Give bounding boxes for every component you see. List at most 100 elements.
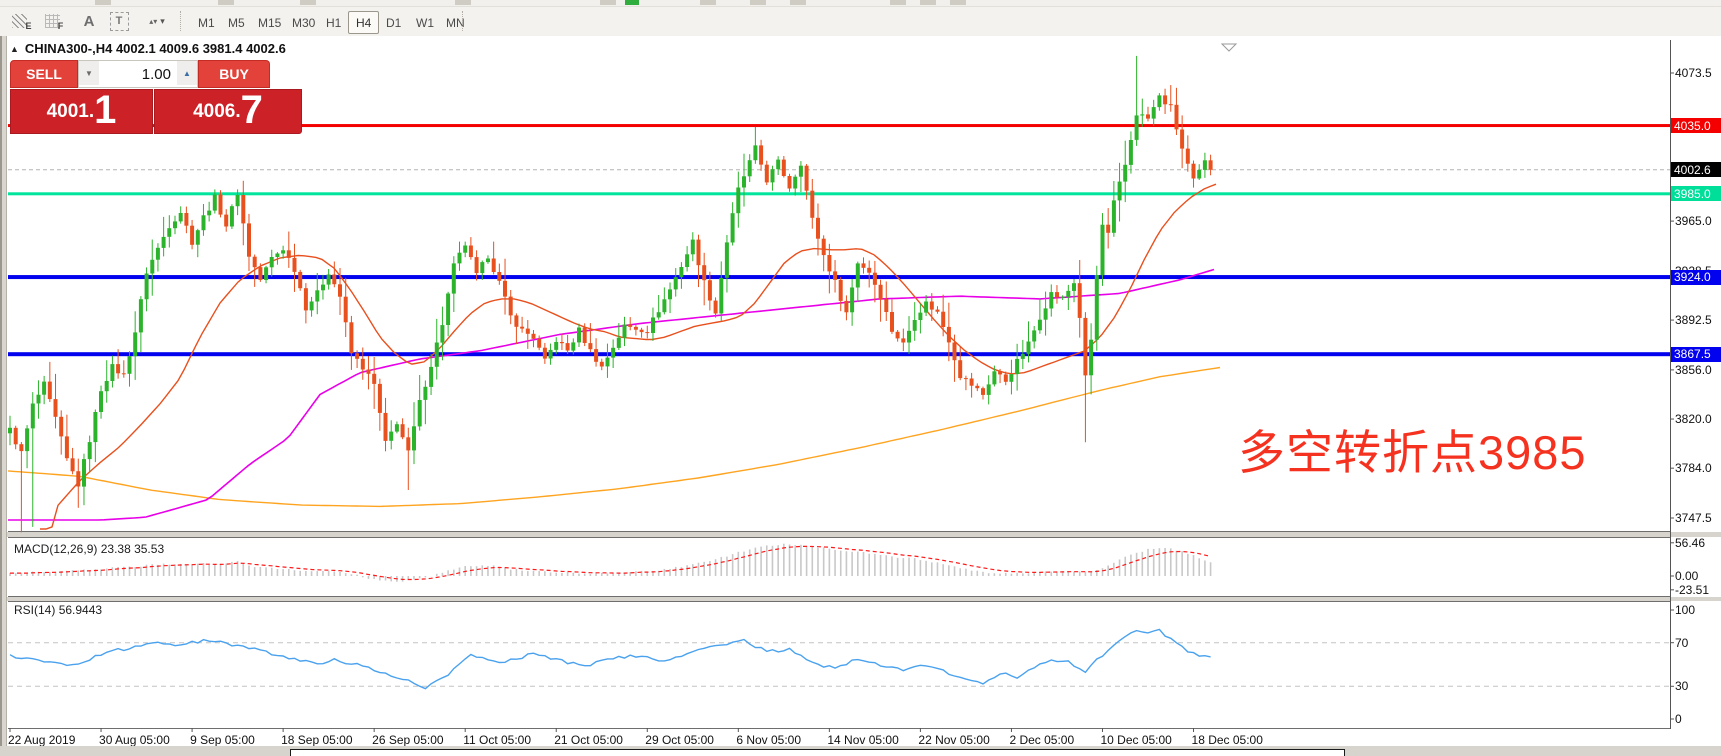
partial-toolbar-icon xyxy=(625,0,639,5)
macd-signal-line xyxy=(10,546,1211,579)
macd-indicator-label: MACD(12,26,9) 23.38 35.53 xyxy=(14,542,164,556)
candle-body xyxy=(150,260,154,274)
candle-body xyxy=(406,437,410,450)
candle-body xyxy=(896,332,900,339)
horizontal-level-line[interactable] xyxy=(8,352,1670,356)
candle-body xyxy=(514,315,518,326)
experts-icon[interactable]: E xyxy=(10,10,36,32)
candle-body xyxy=(611,348,615,358)
candle-body xyxy=(275,254,279,258)
ma-mid-line xyxy=(8,270,1214,521)
candle-body xyxy=(560,342,564,343)
sell-price-button[interactable]: 4001.1 xyxy=(10,89,153,134)
candle-body xyxy=(76,471,80,486)
candle-body xyxy=(395,424,399,431)
candle-body xyxy=(389,432,393,441)
price-tick-label: 3856.0 xyxy=(1675,363,1712,377)
date-tick-label: 6 Nov 05:00 xyxy=(736,733,801,747)
candle-body xyxy=(315,290,319,301)
text-label-icon[interactable]: A xyxy=(78,10,100,32)
candle-body xyxy=(1129,140,1133,165)
candle-body xyxy=(549,350,553,359)
candle-body xyxy=(1197,170,1201,179)
candle-body xyxy=(65,436,69,458)
candle-body xyxy=(116,364,120,373)
candle-body xyxy=(1004,374,1008,381)
date-tick-label: 22 Aug 2019 xyxy=(8,733,75,747)
candle-body xyxy=(93,412,97,442)
volume-down-button[interactable]: ▼ xyxy=(79,61,99,85)
candle-body xyxy=(293,258,297,272)
fractals-grid-icon[interactable]: F xyxy=(42,10,68,32)
horizontal-level-line[interactable] xyxy=(8,192,1670,195)
candle-body xyxy=(486,259,490,263)
candle-body xyxy=(1140,114,1144,115)
volume-up-button[interactable]: ▲ xyxy=(177,61,197,85)
candle-body xyxy=(1027,342,1031,354)
candle-body xyxy=(128,356,132,374)
price-tick-label: 3820.0 xyxy=(1675,412,1712,426)
rsi-indicator-label: RSI(14) 56.9443 xyxy=(14,603,102,617)
buy-tab-button[interactable]: BUY xyxy=(198,60,270,88)
buy-price-button[interactable]: 4006.7 xyxy=(154,89,302,134)
cycle-arrows-icon[interactable]: ▴▾▾ xyxy=(140,10,174,32)
price-axis-border xyxy=(1670,40,1671,729)
timeframe-button-h4[interactable]: H4 xyxy=(348,11,379,34)
candle-body xyxy=(173,221,177,228)
candle-body xyxy=(924,302,928,313)
sell-tab-button[interactable]: SELL xyxy=(10,60,78,88)
panel-border xyxy=(8,596,1671,597)
ma-fast-line xyxy=(40,184,1216,529)
timeframe-button-w1[interactable]: W1 xyxy=(408,11,442,34)
chart-toolbar: E F A T ▴▾▾ M1M5M15M30H1H4D1W1MN xyxy=(0,7,1721,37)
timeframe-button-m1[interactable]: M1 xyxy=(190,11,223,34)
candle-body xyxy=(475,257,479,273)
panel-splitter[interactable] xyxy=(0,597,1721,601)
price-tick-label: 3747.5 xyxy=(1675,511,1712,525)
candle-body xyxy=(1061,297,1065,298)
candle-body xyxy=(526,329,530,334)
text-box-icon[interactable]: T xyxy=(108,10,130,32)
symbol-ohlc-text: CHINA300-,H4 4002.1 4009.6 3981.4 4002.6 xyxy=(25,41,286,56)
candle-body xyxy=(879,285,883,300)
candle-body xyxy=(361,359,365,370)
candle-body xyxy=(190,226,194,245)
candle-body xyxy=(1175,105,1179,130)
candle-body xyxy=(253,257,257,268)
horizontal-level-line[interactable] xyxy=(8,275,1670,279)
timeframe-button-m5[interactable]: M5 xyxy=(220,11,253,34)
candle-body xyxy=(566,343,570,350)
date-tick-label: 18 Dec 05:00 xyxy=(1192,733,1263,747)
timeframe-button-h1[interactable]: H1 xyxy=(318,11,349,34)
background-window-edge xyxy=(290,749,1345,756)
candle-body xyxy=(1123,165,1127,182)
candle-body xyxy=(964,378,968,379)
macd-values: 23.38 35.53 xyxy=(101,542,164,556)
candle-body xyxy=(332,275,336,285)
toolbar-separator xyxy=(462,11,468,31)
one-click-trade-panel: SELL ▼ 1.00 ▲ BUY 4001.1 4006.7 xyxy=(10,58,268,154)
candle-body xyxy=(1203,160,1207,170)
candle-body xyxy=(571,342,575,350)
panel-splitter[interactable] xyxy=(0,532,1721,537)
candle-body xyxy=(810,191,814,218)
candle-body xyxy=(702,265,706,280)
volume-value[interactable]: 1.00 xyxy=(99,61,177,87)
candle-body xyxy=(503,281,507,297)
candle-body xyxy=(884,299,888,312)
collapse-panel-arrow[interactable]: ▲ xyxy=(10,44,19,54)
chart-shift-marker[interactable] xyxy=(1222,44,1236,51)
candle-body xyxy=(270,257,274,267)
timeframe-button-d1[interactable]: D1 xyxy=(378,11,409,34)
candle-body xyxy=(1157,95,1161,107)
candle-body xyxy=(378,384,382,413)
candle-body xyxy=(37,395,41,404)
candle-body xyxy=(918,313,922,320)
partial-toolbar-icon xyxy=(920,0,936,5)
candle-body xyxy=(298,272,302,288)
candle-body xyxy=(839,280,843,301)
candle-body xyxy=(998,371,1002,374)
candle-body xyxy=(674,277,678,289)
candle-body xyxy=(224,215,228,227)
rsi-value: 56.9443 xyxy=(59,603,102,617)
